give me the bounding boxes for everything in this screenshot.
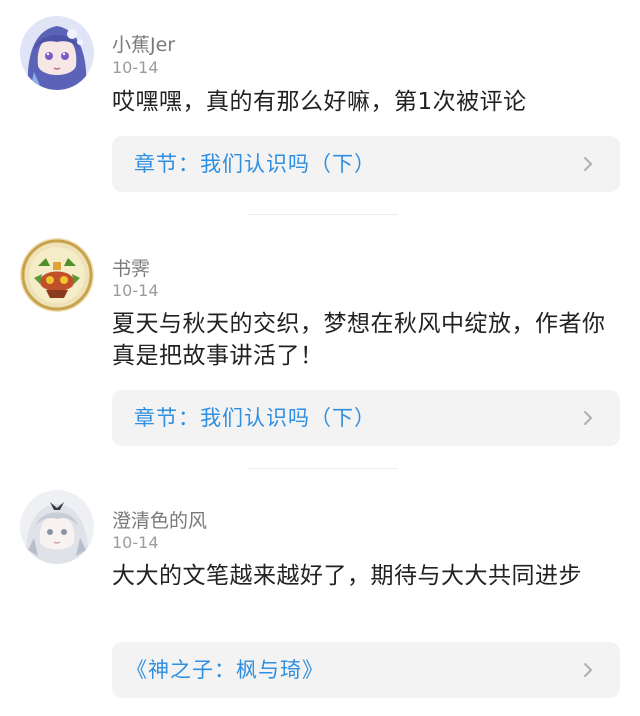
comment-date: 10-14	[112, 533, 159, 552]
comment-text: 大大的文笔越来越好了，期待与大大共同进步	[112, 563, 582, 589]
chapter-link-title: 《神之子：枫与琦》	[126, 658, 324, 682]
chevron-right-icon	[584, 157, 592, 171]
user-avatar[interactable]	[20, 490, 94, 564]
comment-text: 夏天与秋天的交织，梦想在秋风中绽放，作者你真是把故事讲活了！	[112, 311, 606, 369]
chapter-link-title: 章节：我们认识吗（下）	[134, 406, 376, 430]
comment-date: 10-14	[112, 58, 159, 77]
user-avatar[interactable]	[20, 16, 94, 90]
chevron-right-icon	[584, 663, 592, 677]
comment-date: 10-14	[112, 281, 159, 300]
comment-text: 哎嘿嘿，真的有那么好嘛，第1次被评论	[112, 89, 527, 115]
comment-divider	[248, 468, 398, 469]
user-name[interactable]: 小蕉Jer	[112, 30, 175, 57]
chapter-link-card[interactable]: 章节：我们认识吗（下）	[112, 390, 620, 446]
user-name[interactable]: 澄清色的风	[112, 506, 207, 533]
user-name[interactable]: 书霁	[112, 254, 150, 281]
chevron-right-icon	[584, 411, 592, 425]
user-avatar[interactable]	[20, 238, 94, 312]
comment-divider	[248, 214, 398, 215]
chapter-link-title: 章节：我们认识吗（下）	[134, 152, 376, 176]
chapter-link-card[interactable]: 章节：我们认识吗（下）	[112, 136, 620, 192]
chapter-link-card[interactable]: 《神之子：枫与琦》	[112, 642, 620, 698]
